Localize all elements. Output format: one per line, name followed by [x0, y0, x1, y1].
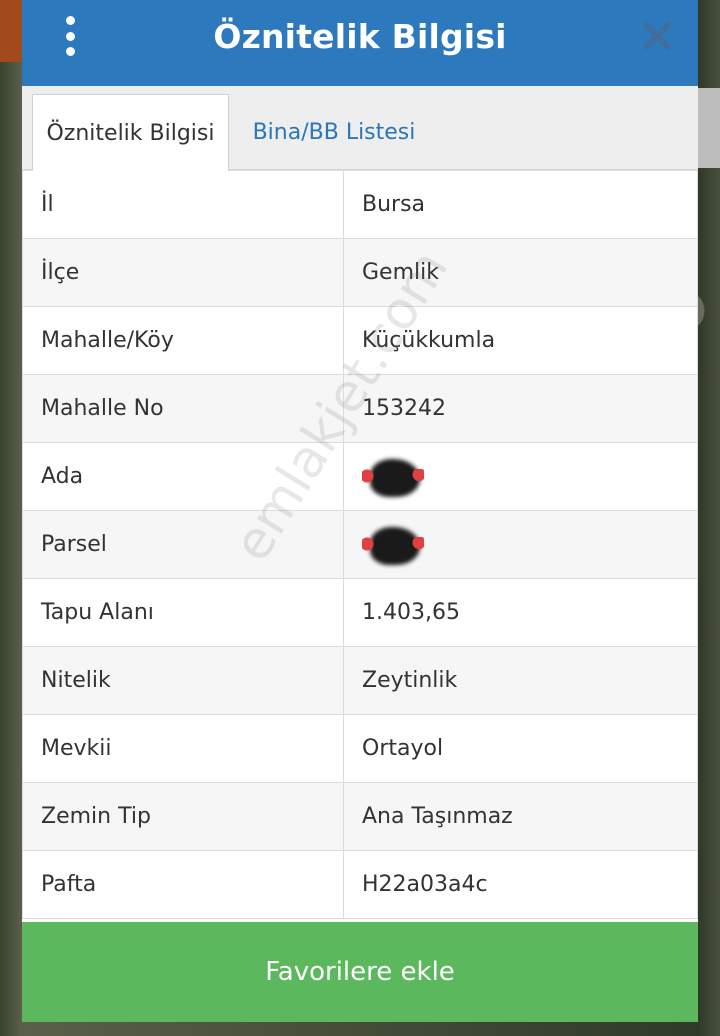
background-scrollbar — [698, 88, 720, 168]
tab-building-list[interactable]: Bina/BB Listesi — [234, 94, 434, 171]
attribute-table-container: İl Bursa İlçe Gemlik Mahalle/Köy Küçükku… — [22, 170, 698, 922]
attribute-value — [343, 510, 698, 579]
attribute-key: Ada — [22, 442, 344, 511]
dialog-header: Öznitelik Bilgisi — [22, 0, 698, 86]
tab-attribute-info[interactable]: Öznitelik Bilgisi — [32, 94, 229, 171]
attribute-key: İl — [22, 170, 344, 239]
attribute-key: Zemin Tip — [22, 782, 344, 851]
table-row: Tapu Alanı 1.403,65 — [22, 578, 698, 647]
attribute-value: H22a03a4c — [343, 850, 698, 919]
table-row: Mahalle/Köy Küçükkumla — [22, 306, 698, 375]
table-row: Ada — [22, 442, 698, 511]
redaction-mark — [362, 457, 424, 497]
tab-bar: Öznitelik Bilgisi Bina/BB Listesi — [22, 86, 698, 171]
attribute-key: Mahalle No — [22, 374, 344, 443]
add-to-favorites-button[interactable]: Favorilere ekle — [22, 922, 698, 1022]
attribute-value: Ana Taşınmaz — [343, 782, 698, 851]
dialog-title: Öznitelik Bilgisi — [213, 16, 507, 56]
attribute-value: Gemlik — [343, 238, 698, 307]
attribute-value: Zeytinlik — [343, 646, 698, 715]
table-row: Nitelik Zeytinlik — [22, 646, 698, 715]
attribute-key: Mahalle/Köy — [22, 306, 344, 375]
attribute-value: Küçükkumla — [343, 306, 698, 375]
attribute-key: Pafta — [22, 850, 344, 919]
attribute-value: 1.403,65 — [343, 578, 698, 647]
attribute-value: 153242 — [343, 374, 698, 443]
attribute-table: İl Bursa İlçe Gemlik Mahalle/Köy Küçükku… — [22, 170, 698, 919]
close-icon[interactable] — [642, 18, 672, 52]
attribute-value: Ortayol — [343, 714, 698, 783]
attribute-key: İlçe — [22, 238, 344, 307]
attribute-key: Tapu Alanı — [22, 578, 344, 647]
table-row: İl Bursa — [22, 170, 698, 239]
attribute-value: Bursa — [343, 170, 698, 239]
table-row: Zemin Tip Ana Taşınmaz — [22, 782, 698, 851]
table-row: Parsel — [22, 510, 698, 579]
redaction-mark — [362, 525, 424, 565]
table-row: Mahalle No 153242 — [22, 374, 698, 443]
table-row: Mevkii Ortayol — [22, 714, 698, 783]
background-map-marker — [0, 0, 22, 62]
attribute-key: Parsel — [22, 510, 344, 579]
attribute-dialog: Öznitelik Bilgisi Öznitelik Bilgisi Bina… — [22, 0, 698, 1022]
attribute-key: Mevkii — [22, 714, 344, 783]
attribute-key: Nitelik — [22, 646, 344, 715]
more-vertical-icon[interactable] — [58, 16, 82, 56]
table-row: Pafta H22a03a4c — [22, 850, 698, 919]
attribute-value — [343, 442, 698, 511]
table-row: İlçe Gemlik — [22, 238, 698, 307]
